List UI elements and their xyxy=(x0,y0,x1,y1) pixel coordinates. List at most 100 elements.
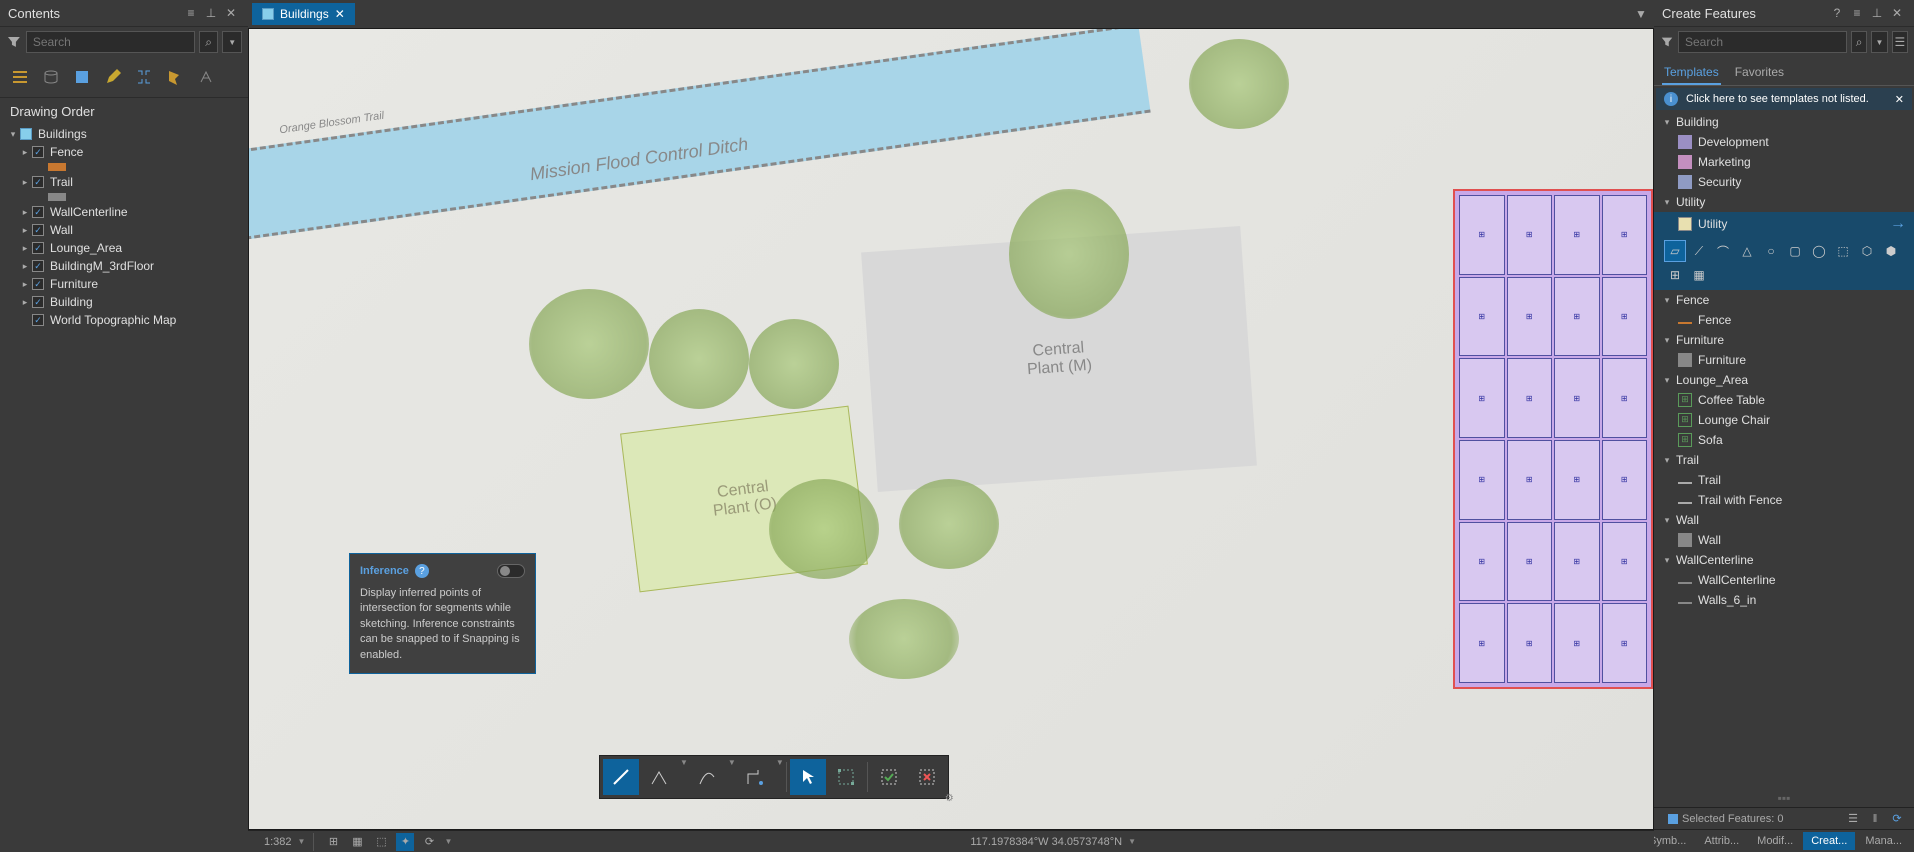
map-tab[interactable]: Buildings ✕ xyxy=(252,3,355,25)
contents-search-input[interactable] xyxy=(26,31,195,53)
caret-icon[interactable]: ▾ xyxy=(1662,555,1672,565)
draw-tool[interactable]: ○ xyxy=(1760,240,1782,262)
layer-row[interactable]: World Topographic Map xyxy=(4,311,244,329)
template-section-header[interactable]: ▾Lounge_Area xyxy=(1654,370,1914,390)
dropdown-icon[interactable]: ▼ xyxy=(728,758,736,796)
close-tab-icon[interactable]: ✕ xyxy=(335,7,345,21)
template-item[interactable]: ⊞Sofa xyxy=(1654,430,1914,450)
refresh-icon[interactable]: ⟳ xyxy=(1888,810,1906,828)
template-section-header[interactable]: ▾Wall xyxy=(1654,510,1914,530)
layer-checkbox[interactable] xyxy=(32,260,44,272)
template-item[interactable]: ⊞Coffee Table xyxy=(1654,390,1914,410)
caret-icon[interactable]: ▸ xyxy=(20,261,30,271)
gear-icon[interactable]: ⚙ xyxy=(945,793,954,804)
layer-checkbox[interactable] xyxy=(32,314,44,326)
lines-icon[interactable]: ≡ xyxy=(182,4,200,22)
draw-tool[interactable]: ▱ xyxy=(1664,240,1686,262)
caret-icon[interactable]: ▾ xyxy=(8,129,18,139)
layer-checkbox[interactable] xyxy=(32,278,44,290)
list-by-source-button[interactable] xyxy=(37,63,65,91)
inference-toggle[interactable] xyxy=(497,564,525,578)
filter-icon[interactable] xyxy=(6,33,22,51)
template-item[interactable]: Security xyxy=(1654,172,1914,192)
help-icon[interactable]: ? xyxy=(1828,4,1846,22)
caret-icon[interactable]: ▾ xyxy=(1662,515,1672,525)
finish-tool[interactable] xyxy=(871,759,907,795)
draw-tool[interactable]: ⌒ xyxy=(1712,240,1734,262)
list-by-editing-button[interactable] xyxy=(99,63,127,91)
lines-icon[interactable]: ≡ xyxy=(1848,4,1866,22)
list-by-snapping-button[interactable] xyxy=(130,63,158,91)
draw-tool[interactable]: ▢ xyxy=(1784,240,1806,262)
draw-tool[interactable]: ⬡ xyxy=(1856,240,1878,262)
layer-row[interactable]: ▸Wall xyxy=(4,221,244,239)
caret-icon[interactable]: ▾ xyxy=(1662,375,1672,385)
template-section-header[interactable]: ▾Trail xyxy=(1654,450,1914,470)
dropdown-icon[interactable]: ▼ xyxy=(776,758,784,796)
template-item[interactable]: Marketing xyxy=(1654,152,1914,172)
close-icon[interactable]: ✕ xyxy=(1888,4,1906,22)
grid-button[interactable]: ▦ xyxy=(348,833,366,851)
tree-root[interactable]: ▾ Buildings xyxy=(4,125,244,143)
draw-tool[interactable]: ⟋ xyxy=(1688,240,1710,262)
caret-icon[interactable]: ▸ xyxy=(20,243,30,253)
layer-checkbox[interactable] xyxy=(32,296,44,308)
pin-icon[interactable]: ⊥ xyxy=(1868,4,1886,22)
search-icon[interactable]: ⌕ xyxy=(199,31,219,53)
list-by-selection-button[interactable] xyxy=(68,63,96,91)
bottom-tab[interactable]: Attrib... xyxy=(1696,832,1747,850)
template-item[interactable]: Furniture xyxy=(1654,350,1914,370)
layer-row[interactable]: ▸WallCenterline xyxy=(4,203,244,221)
caret-icon[interactable]: ▸ xyxy=(20,279,30,289)
template-item[interactable]: Wall xyxy=(1654,530,1914,550)
dropdown-icon[interactable]: ▼ xyxy=(680,758,688,796)
snapping-button[interactable]: ⊞ xyxy=(324,833,342,851)
draw-tool[interactable]: △ xyxy=(1736,240,1758,262)
dynamic-button[interactable]: ⟳ xyxy=(420,833,438,851)
caret-icon[interactable]: ▸ xyxy=(20,177,30,187)
tab-templates[interactable]: Templates xyxy=(1662,61,1721,85)
search-dropdown[interactable]: ▼ xyxy=(222,31,242,53)
scale-display[interactable]: 1:382▼ xyxy=(256,836,313,848)
draw-tool[interactable]: ⬚ xyxy=(1832,240,1854,262)
bottom-tab[interactable]: Mana... xyxy=(1857,832,1910,850)
create-search-input[interactable] xyxy=(1678,31,1847,53)
layer-row[interactable]: ▸Trail xyxy=(4,173,244,191)
draw-tool[interactable]: ⬢ xyxy=(1880,240,1902,262)
close-icon[interactable]: ✕ xyxy=(222,4,240,22)
coordinates-display[interactable]: 117.1978384°W 34.0573748°N▼ xyxy=(962,836,1144,848)
search-dropdown[interactable]: ▼ xyxy=(1871,31,1887,53)
layer-checkbox[interactable] xyxy=(32,206,44,218)
close-info-icon[interactable]: ✕ xyxy=(1895,93,1904,106)
layer-checkbox[interactable] xyxy=(32,242,44,254)
layer-checkbox[interactable] xyxy=(32,176,44,188)
curve-tool[interactable] xyxy=(689,759,725,795)
caret-icon[interactable]: ▾ xyxy=(1662,455,1672,465)
list-icon[interactable]: ☰ xyxy=(1844,810,1862,828)
template-section-header[interactable]: ▾Utility xyxy=(1654,192,1914,212)
filter-icon[interactable] xyxy=(1660,33,1674,51)
bottom-tab[interactable]: Creat... xyxy=(1803,832,1855,850)
template-item[interactable]: Walls_6_in xyxy=(1654,590,1914,610)
list-by-labeling-button[interactable] xyxy=(161,63,189,91)
map-canvas[interactable]: Mission Flood Control Ditch Orange Bloss… xyxy=(248,28,1654,830)
template-item[interactable]: WallCenterline xyxy=(1654,570,1914,590)
correction-button[interactable]: ⬚ xyxy=(372,833,390,851)
draw-tool[interactable]: ◯ xyxy=(1808,240,1830,262)
cancel-tool[interactable] xyxy=(909,759,945,795)
caret-icon[interactable]: ▾ xyxy=(1662,335,1672,345)
vertices-tool[interactable] xyxy=(828,759,864,795)
layer-checkbox[interactable] xyxy=(32,224,44,236)
caret-icon[interactable]: ▸ xyxy=(20,147,30,157)
dropdown-icon[interactable]: ▼ xyxy=(444,837,452,846)
list-by-perspective-button[interactable] xyxy=(192,63,220,91)
layer-row[interactable]: ▸Fence xyxy=(4,143,244,161)
draw-tool[interactable]: ▦ xyxy=(1688,264,1710,286)
arc-tool[interactable] xyxy=(641,759,677,795)
list-by-drawing-order-button[interactable] xyxy=(6,63,34,91)
pin-icon[interactable]: ⊥ xyxy=(202,4,220,22)
caret-icon[interactable]: ▾ xyxy=(1662,197,1672,207)
search-icon[interactable]: ⌕ xyxy=(1851,31,1867,53)
template-item[interactable]: Development xyxy=(1654,132,1914,152)
layer-checkbox[interactable] xyxy=(32,146,44,158)
